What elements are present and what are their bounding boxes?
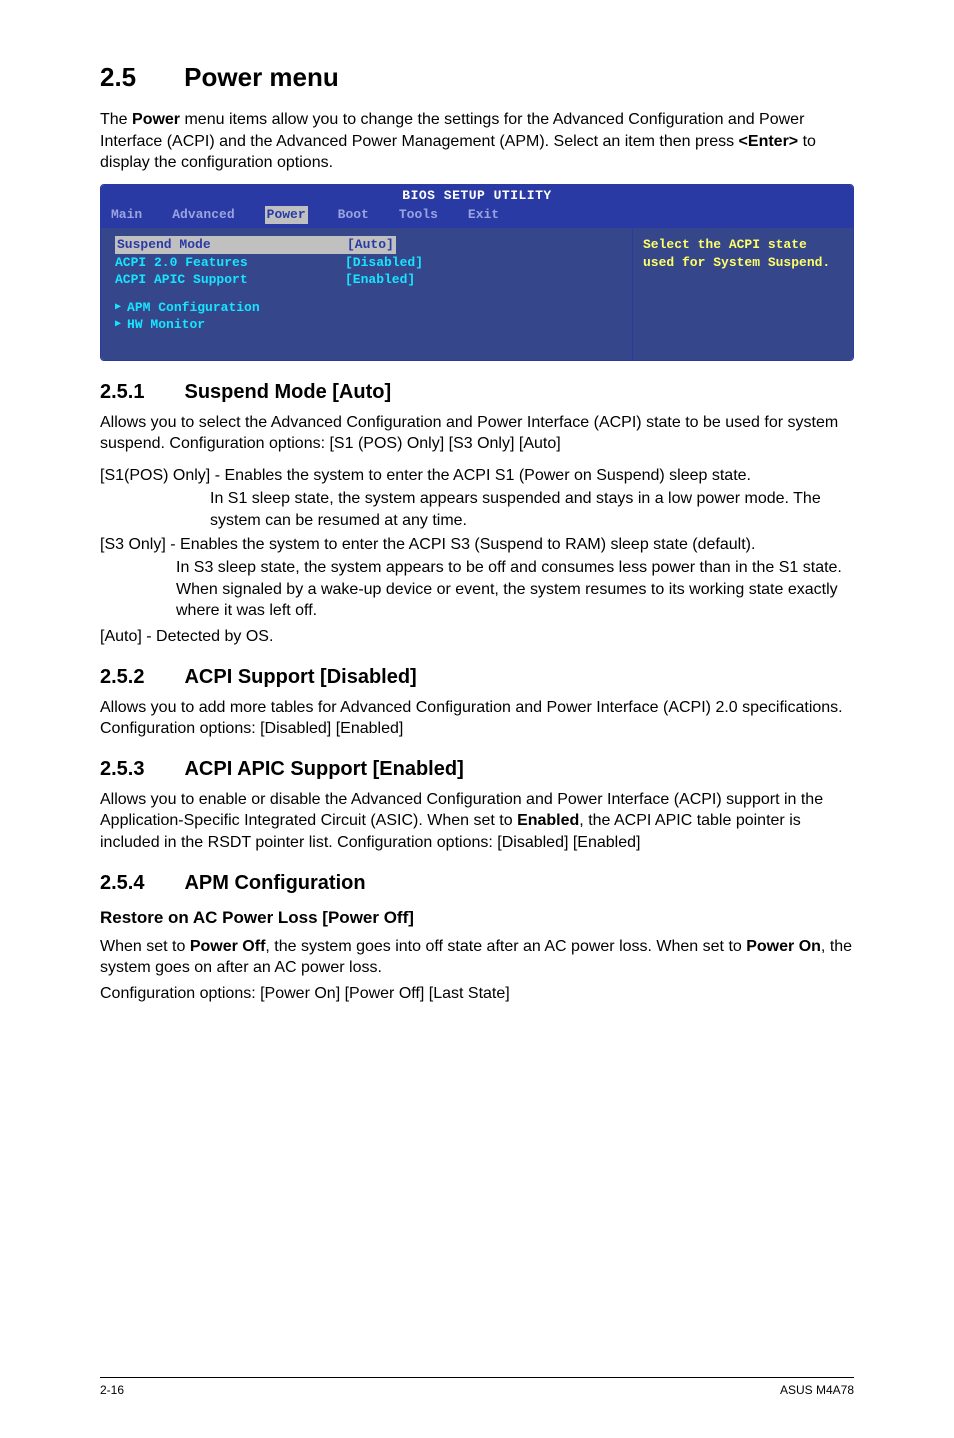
- bios-main-panel: Suspend Mode [Auto] ACPI 2.0 Features [D…: [101, 228, 633, 360]
- section-number: 2.5: [100, 60, 136, 95]
- body-text: When set to Power Off, the system goes i…: [100, 936, 854, 979]
- subsection-num: 2.5.3: [100, 756, 144, 783]
- bios-row-label: ACPI APIC Support: [115, 271, 345, 289]
- subsection-num: 2.5.1: [100, 379, 144, 406]
- body-text: [S1(POS) Only] - Enables the system to e…: [100, 465, 854, 487]
- bios-row-suspend-mode[interactable]: Suspend Mode [Auto]: [115, 236, 618, 254]
- bios-row-acpi-apic[interactable]: ACPI APIC Support [Enabled]: [115, 271, 618, 289]
- subsection-num: 2.5.2: [100, 664, 144, 691]
- bios-help-panel: Select the ACPI state used for System Su…: [633, 228, 853, 360]
- bios-tab-advanced[interactable]: Advanced: [172, 206, 234, 224]
- body-text: In S1 sleep state, the system appears su…: [100, 488, 854, 531]
- arrow-icon: ▶: [115, 318, 121, 332]
- subsection-title: 2.5.3 ACPI APIC Support [Enabled]: [100, 756, 854, 783]
- bios-submenu-label: HW Monitor: [127, 316, 205, 334]
- page-footer: 2-16 ASUS M4A78: [100, 1377, 854, 1398]
- bios-tab-main[interactable]: Main: [111, 206, 142, 224]
- product-name: ASUS M4A78: [780, 1382, 854, 1398]
- subsection-name: APM Configuration: [184, 870, 365, 897]
- intro-paragraph: The Power menu items allow you to change…: [100, 109, 854, 174]
- subsection-name: ACPI APIC Support [Enabled]: [184, 756, 463, 783]
- bios-header-title: BIOS SETUP UTILITY: [111, 187, 843, 205]
- body-text: Allows you to add more tables for Advanc…: [100, 697, 854, 740]
- bios-row-value: [Enabled]: [345, 271, 415, 289]
- bios-tab-power[interactable]: Power: [265, 206, 308, 224]
- bios-tabs: Main Advanced Power Boot Tools Exit: [111, 206, 843, 224]
- bios-header: BIOS SETUP UTILITY Main Advanced Power B…: [101, 185, 853, 228]
- bios-row-label: Suspend Mode: [115, 236, 345, 254]
- section-name: Power menu: [184, 60, 339, 95]
- subsection-title: 2.5.4 APM Configuration: [100, 870, 854, 897]
- body-text: Allows you to select the Advanced Config…: [100, 412, 854, 455]
- subsection-num: 2.5.4: [100, 870, 144, 897]
- body-text: Configuration options: [Power On] [Power…: [100, 983, 854, 1005]
- bios-row-value: [Auto]: [345, 236, 396, 254]
- bios-tab-exit[interactable]: Exit: [468, 206, 499, 224]
- subsection-name: Suspend Mode [Auto]: [184, 379, 391, 406]
- bios-row-value: [Disabled]: [345, 254, 423, 272]
- bios-tab-tools[interactable]: Tools: [399, 206, 438, 224]
- sub-subsection-title: Restore on AC Power Loss [Power Off]: [100, 907, 854, 930]
- body-text: In S3 sleep state, the system appears to…: [100, 557, 854, 622]
- section-title: 2.5 Power menu: [100, 60, 854, 95]
- bios-row-acpi-20[interactable]: ACPI 2.0 Features [Disabled]: [115, 254, 618, 272]
- bios-tab-boot[interactable]: Boot: [338, 206, 369, 224]
- subsection-title: 2.5.1 Suspend Mode [Auto]: [100, 379, 854, 406]
- bios-submenu-apm[interactable]: ▶ APM Configuration: [115, 299, 618, 317]
- page-number: 2-16: [100, 1382, 124, 1398]
- bios-screenshot: BIOS SETUP UTILITY Main Advanced Power B…: [100, 184, 854, 361]
- arrow-icon: ▶: [115, 301, 121, 315]
- body-text: [S3 Only] - Enables the system to enter …: [100, 534, 854, 556]
- bios-submenu-label: APM Configuration: [127, 299, 260, 317]
- bios-row-label: ACPI 2.0 Features: [115, 254, 345, 272]
- subsection-name: ACPI Support [Disabled]: [184, 664, 416, 691]
- body-text: Allows you to enable or disable the Adva…: [100, 789, 854, 854]
- bios-submenu-hwmonitor[interactable]: ▶ HW Monitor: [115, 316, 618, 334]
- body-text: [Auto] - Detected by OS.: [100, 626, 854, 648]
- subsection-title: 2.5.2 ACPI Support [Disabled]: [100, 664, 854, 691]
